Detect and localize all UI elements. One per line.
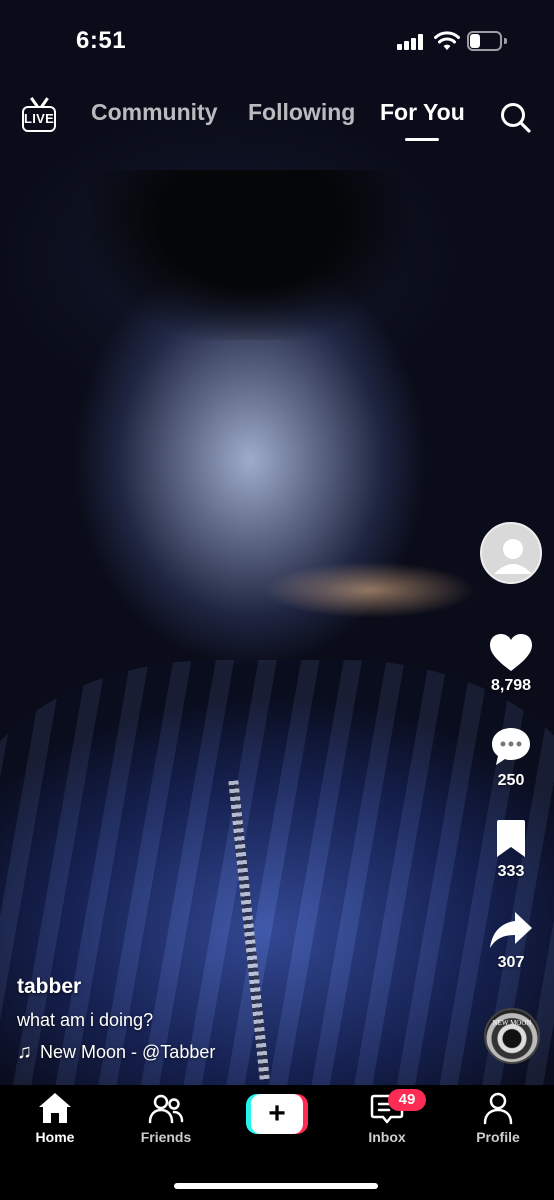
tab-following[interactable]: Following [248, 99, 355, 126]
share-icon [490, 912, 532, 948]
nav-profile-label: Profile [476, 1129, 520, 1145]
nav-inbox-label: Inbox [368, 1129, 406, 1145]
nav-profile[interactable]: Profile [453, 1091, 543, 1145]
create-button[interactable]: + [246, 1094, 308, 1134]
creator-avatar[interactable] [480, 522, 542, 584]
share-button[interactable]: 307 [474, 910, 548, 972]
status-time: 6:51 [76, 27, 127, 54]
share-count: 307 [497, 954, 525, 971]
live-icon[interactable]: LIVE [20, 96, 60, 136]
post-description: what am i doing? [17, 1010, 154, 1030]
nav-home-label: Home [35, 1129, 75, 1145]
search-icon[interactable] [498, 100, 532, 134]
music-note-icon: ♫ [17, 1041, 32, 1063]
like-button[interactable]: 8,798 [474, 633, 548, 695]
comment-count: 250 [497, 772, 525, 789]
profile-icon [483, 1092, 513, 1125]
home-icon [39, 1093, 71, 1123]
post-username[interactable]: tabber [17, 975, 457, 999]
comment-button[interactable]: 250 [474, 726, 548, 790]
home-indicator[interactable] [174, 1183, 378, 1189]
nav-home[interactable]: Home [10, 1091, 100, 1145]
tab-community[interactable]: Community [91, 99, 218, 126]
nav-friends[interactable]: Friends [121, 1091, 211, 1145]
bookmark-icon [497, 820, 525, 857]
friends-icon [148, 1094, 184, 1124]
live-label: LIVE [24, 111, 55, 126]
bookmark-count: 333 [497, 863, 525, 880]
video-player[interactable] [0, 0, 554, 1085]
sound-disc[interactable]: NEW MOON [484, 1008, 540, 1064]
like-count: 8,798 [490, 677, 532, 694]
cellular-signal-icon [397, 34, 425, 50]
status-bar: 6:51 [0, 0, 554, 80]
active-tab-indicator [405, 138, 439, 141]
plus-icon: + [268, 1097, 286, 1130]
video-subject-hair [90, 170, 410, 340]
bookmark-button[interactable]: 333 [474, 819, 548, 881]
sound-name: New Moon - @Tabber [40, 1042, 216, 1062]
nav-friends-label: Friends [140, 1129, 192, 1145]
sound-link[interactable]: ♫ New Moon - @Tabber [17, 1041, 457, 1064]
sound-disc-label: NEW MOON [492, 1019, 532, 1027]
wifi-icon [434, 31, 460, 50]
heart-icon [490, 634, 532, 671]
inbox-badge: 49 [388, 1089, 426, 1111]
tab-for-you[interactable]: For You [380, 99, 465, 126]
comment-icon [492, 728, 530, 765]
battery-icon [467, 31, 507, 51]
post-caption: tabber what am i doing? ♫ New Moon - @Ta… [17, 975, 457, 1064]
top-nav: LIVE Community Following For You [0, 90, 554, 150]
